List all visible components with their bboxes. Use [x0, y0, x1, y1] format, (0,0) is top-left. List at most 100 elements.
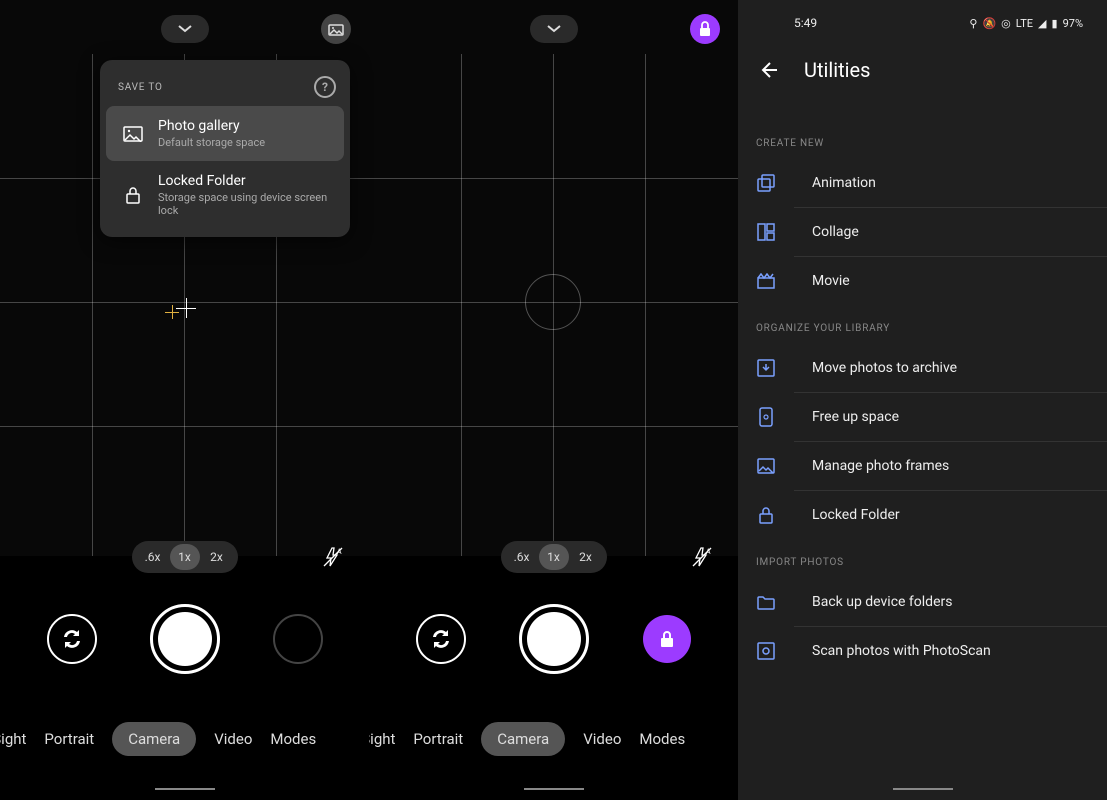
switch-camera-button[interactable] — [416, 614, 466, 664]
mode-video[interactable]: Video — [214, 730, 252, 748]
vpn-icon: ⚲ — [969, 17, 977, 30]
zoom-selector[interactable]: .6x 1x 2x — [501, 541, 607, 573]
grid-line — [369, 178, 738, 179]
grid-line — [645, 54, 646, 606]
back-button[interactable] — [758, 59, 780, 81]
section-header-import: IMPORT PHOTOS — [738, 539, 1107, 578]
item-backup[interactable]: Back up device folders — [794, 578, 1107, 627]
item-locked-folder[interactable]: Locked Folder — [794, 491, 1107, 539]
option-title: Photo gallery — [158, 118, 328, 134]
camera-bottom: .6x 1x 2x A it Sight Portrait Camera Vid… — [369, 556, 738, 800]
item-label: Movie — [812, 273, 850, 289]
section-header-create: CREATE NEW — [738, 120, 1107, 159]
zoom-1x[interactable]: 1x — [539, 544, 569, 570]
svg-text:A: A — [706, 548, 711, 556]
grid-line — [0, 426, 369, 427]
item-movie[interactable]: Movie — [794, 257, 1107, 305]
item-freeup[interactable]: Free up space — [794, 393, 1107, 442]
image-icon — [122, 126, 144, 142]
gallery-save-button[interactable] — [321, 14, 351, 44]
zoom-0.6x[interactable]: .6x — [507, 544, 537, 570]
mode-night-sight[interactable]: it Sight — [369, 730, 395, 748]
battery-percent: 97% — [1063, 17, 1083, 30]
grid-line — [461, 54, 462, 606]
camera-topbar — [369, 12, 738, 46]
option-subtitle: Storage space using device screen lock — [158, 191, 328, 217]
nav-handle[interactable] — [893, 788, 953, 790]
lock-icon — [756, 505, 776, 525]
shutter-button[interactable] — [150, 604, 220, 674]
zoom-0.6x[interactable]: .6x — [138, 544, 168, 570]
settings-dropdown[interactable] — [530, 15, 578, 43]
utilities-screen: 5:49 ⚲ 🔕 ◎ LTE ◢ ▮ 97% Utilities CREATE … — [738, 0, 1107, 800]
item-archive[interactable]: Move photos to archive — [794, 344, 1107, 393]
item-label: Move photos to archive — [812, 360, 957, 376]
collage-icon — [756, 222, 776, 242]
switch-camera-button[interactable] — [47, 614, 97, 664]
battery-icon: ▮ — [1052, 17, 1058, 30]
mode-camera[interactable]: Camera — [112, 722, 196, 756]
signal-icon: ◢ — [1038, 17, 1046, 30]
save-option-locked[interactable]: Locked Folder Storage space using device… — [106, 161, 344, 229]
grid-line — [369, 426, 738, 427]
mode-portrait[interactable]: Portrait — [44, 730, 94, 748]
zoom-2x[interactable]: 2x — [571, 544, 601, 570]
item-label: Back up device folders — [812, 594, 952, 610]
item-label: Scan photos with PhotoScan — [812, 643, 991, 659]
movie-icon — [756, 271, 776, 291]
option-title: Locked Folder — [158, 173, 328, 189]
level-target — [165, 305, 179, 319]
svg-text:A: A — [337, 548, 342, 556]
mode-modes[interactable]: Modes — [270, 730, 316, 748]
item-frames[interactable]: Manage photo frames — [794, 442, 1107, 491]
flash-toggle[interactable]: A — [686, 541, 718, 573]
animation-icon — [756, 173, 776, 193]
viewfinder[interactable] — [369, 0, 738, 606]
status-time: 5:49 — [794, 16, 817, 30]
flash-toggle[interactable]: A — [317, 541, 349, 573]
item-label: Collage — [812, 224, 859, 240]
page-title: Utilities — [804, 58, 870, 82]
dnd-icon: 🔕 — [982, 17, 996, 30]
popup-header: SAVE TO — [118, 82, 163, 93]
focus-ring — [525, 274, 581, 330]
scan-icon — [756, 641, 776, 661]
zoom-1x[interactable]: 1x — [170, 544, 200, 570]
settings-dropdown[interactable] — [161, 15, 209, 43]
nav-handle[interactable] — [524, 788, 584, 790]
camera-bottom: .6x 1x 2x A it Sight Portrait Camera Vid… — [0, 556, 369, 800]
hotspot-icon: ◎ — [1001, 17, 1011, 30]
item-photoscan[interactable]: Scan photos with PhotoScan — [794, 627, 1107, 675]
mode-video[interactable]: Video — [583, 730, 621, 748]
preview-thumbnail[interactable] — [273, 614, 323, 664]
mode-modes[interactable]: Modes — [639, 730, 685, 748]
shutter-button[interactable] — [519, 604, 589, 674]
help-icon[interactable]: ? — [314, 76, 336, 98]
grid-line — [92, 54, 93, 606]
option-subtitle: Default storage space — [158, 136, 328, 149]
status-icons: ⚲ 🔕 ◎ LTE ◢ ▮ 97% — [969, 17, 1083, 30]
zoom-selector[interactable]: .6x 1x 2x — [132, 541, 238, 573]
camera-screen-1: SAVE TO ? Photo gallery Default storage … — [0, 0, 369, 800]
item-collage[interactable]: Collage — [794, 208, 1107, 257]
status-bar: 5:49 ⚲ 🔕 ◎ LTE ◢ ▮ 97% — [738, 16, 1107, 30]
grid-line — [553, 54, 554, 606]
mode-portrait[interactable]: Portrait — [413, 730, 463, 748]
network-label: LTE — [1016, 17, 1033, 30]
locked-preview-button[interactable] — [643, 615, 691, 663]
item-label: Manage photo frames — [812, 458, 949, 474]
folder-icon — [756, 592, 776, 612]
item-animation[interactable]: Animation — [794, 159, 1107, 208]
camera-screen-2: .6x 1x 2x A it Sight Portrait Camera Vid… — [369, 0, 738, 800]
item-label: Free up space — [812, 409, 899, 425]
save-to-popup: SAVE TO ? Photo gallery Default storage … — [100, 60, 350, 237]
mode-camera[interactable]: Camera — [481, 722, 565, 756]
item-label: Locked Folder — [812, 507, 900, 523]
nav-handle[interactable] — [155, 788, 215, 790]
section-header-organize: ORGANIZE YOUR LIBRARY — [738, 305, 1107, 344]
locked-folder-button[interactable] — [690, 14, 720, 44]
zoom-2x[interactable]: 2x — [202, 544, 232, 570]
item-label: Animation — [812, 175, 876, 191]
save-option-gallery[interactable]: Photo gallery Default storage space — [106, 106, 344, 161]
mode-night-sight[interactable]: it Sight — [0, 730, 26, 748]
